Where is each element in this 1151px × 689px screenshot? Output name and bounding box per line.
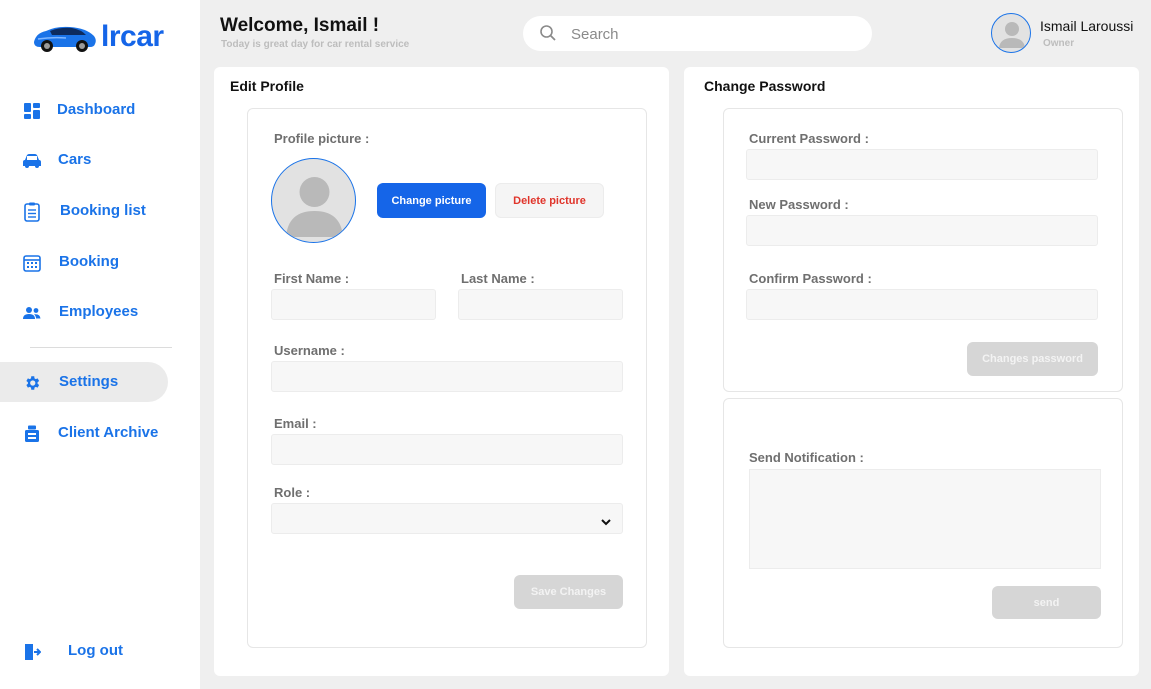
last-name-input[interactable]	[459, 290, 622, 319]
sidebar-item-label: Settings	[59, 373, 119, 390]
sidebar-item-settings[interactable]: Settings	[0, 362, 168, 402]
gear-icon	[22, 373, 42, 393]
confirm-password-field[interactable]	[746, 289, 1098, 320]
current-password-field[interactable]	[746, 149, 1098, 180]
profile-picture-label: Profile picture :	[274, 131, 370, 146]
sidebar-item-label: Booking list	[60, 202, 146, 219]
users-icon	[22, 303, 42, 323]
user-name: Ismail Laroussi	[1040, 18, 1134, 34]
first-name-label: First Name :	[274, 271, 350, 286]
sidebar-item-label: Dashboard	[57, 101, 136, 118]
username-label: Username :	[274, 343, 345, 358]
email-field[interactable]	[271, 434, 623, 465]
role-label: Role :	[274, 485, 311, 500]
archive-icon	[22, 424, 42, 444]
sidebar-item-cars[interactable]: Cars	[0, 140, 168, 180]
role-select[interactable]	[271, 503, 623, 534]
save-changes-button[interactable]: Save Changes	[514, 575, 623, 609]
search-bar[interactable]	[523, 16, 872, 51]
new-password-field[interactable]	[746, 215, 1098, 246]
search-icon	[539, 24, 557, 47]
sidebar-item-dashboard[interactable]: Dashboard	[0, 90, 168, 130]
last-name-field[interactable]	[458, 289, 623, 320]
calendar-icon	[22, 253, 42, 273]
chevron-down-icon	[600, 514, 612, 532]
edit-profile-title: Edit Profile	[230, 78, 304, 94]
username-input[interactable]	[272, 362, 622, 391]
logout-label: Log out	[68, 642, 123, 659]
confirm-password-input[interactable]	[747, 290, 1097, 319]
user-role: Owner	[1043, 38, 1075, 49]
sidebar-item-client-archive[interactable]: Client Archive	[0, 413, 168, 453]
username-field[interactable]	[271, 361, 623, 392]
brand-logo[interactable]: lrcar	[32, 20, 164, 54]
sidebar-item-label: Booking	[59, 253, 119, 270]
change-password-title: Change Password	[704, 78, 826, 94]
confirm-password-label: Confirm Password :	[749, 271, 872, 286]
sidebar-item-label: Client Archive	[58, 424, 159, 441]
sidebar-item-booking[interactable]: Booking	[0, 242, 168, 282]
delete-picture-button[interactable]: Delete picture	[495, 183, 604, 218]
change-picture-button[interactable]: Change picture	[377, 183, 486, 218]
clipboard-icon	[22, 202, 42, 222]
change-password-button[interactable]: Changes password	[967, 342, 1098, 376]
current-password-input[interactable]	[747, 150, 1097, 179]
page-title: Welcome, Ismail !	[220, 15, 380, 36]
car-icon	[22, 151, 42, 171]
sidebar-item-label: Cars	[58, 151, 92, 168]
email-label: Email :	[274, 416, 317, 431]
logout-icon	[22, 642, 42, 662]
send-button[interactable]: send	[992, 586, 1101, 619]
first-name-input[interactable]	[272, 290, 435, 319]
search-input[interactable]	[571, 24, 851, 44]
sidebar-item-label: Employees	[59, 303, 139, 320]
sidebar-divider	[30, 347, 172, 348]
logout-button[interactable]: Log out	[0, 631, 168, 671]
profile-picture	[271, 158, 356, 243]
notification-textarea[interactable]	[749, 469, 1101, 569]
avatar[interactable]	[991, 13, 1031, 53]
car-logo-icon	[34, 26, 96, 52]
user-silhouette-icon	[286, 177, 343, 237]
sidebar-item-employees[interactable]: Employees	[0, 292, 168, 332]
sidebar-item-booking-list[interactable]: Booking list	[0, 191, 168, 231]
user-silhouette-icon	[999, 22, 1025, 48]
last-name-label: Last Name :	[461, 271, 535, 286]
new-password-label: New Password :	[749, 197, 849, 212]
sidebar: lrcar Dashboard Cars Booking list Bookin…	[0, 0, 200, 689]
brand-name: lrcar	[101, 20, 164, 53]
dashboard-icon	[22, 101, 42, 121]
email-input[interactable]	[272, 435, 622, 464]
send-notification-label: Send Notification :	[749, 450, 864, 465]
new-password-input[interactable]	[747, 216, 1097, 245]
first-name-field[interactable]	[271, 289, 436, 320]
page-subtitle: Today is great day for car rental servic…	[221, 39, 410, 50]
current-password-label: Current Password :	[749, 131, 869, 146]
